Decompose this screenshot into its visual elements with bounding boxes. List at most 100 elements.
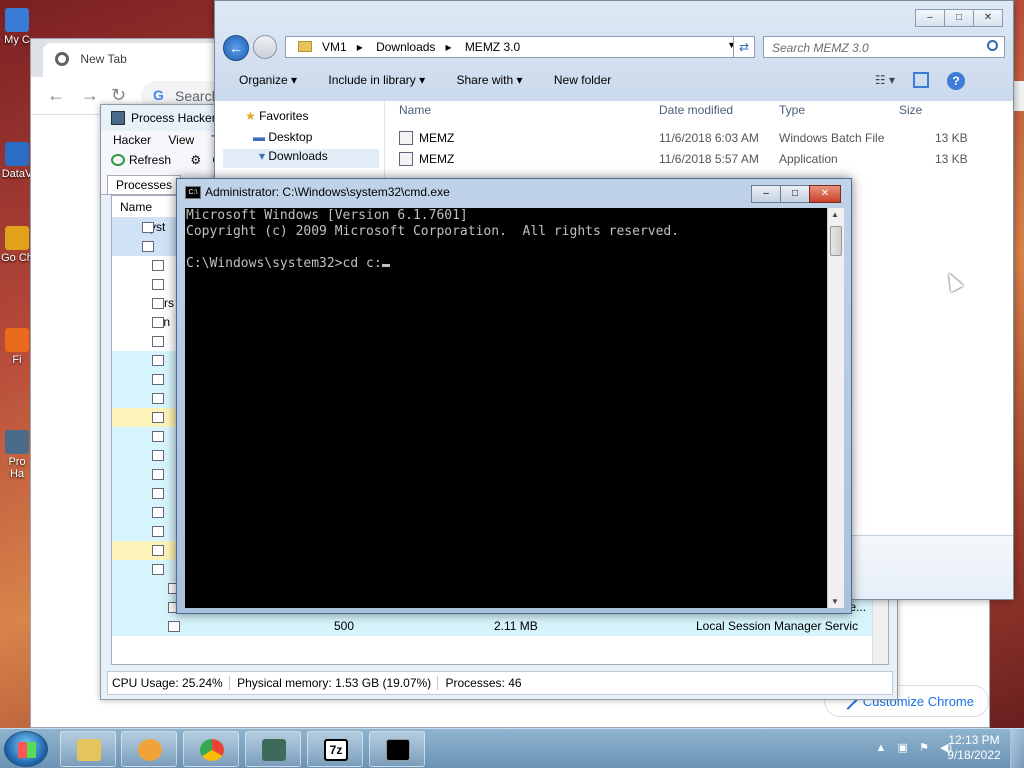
new-folder-button[interactable]: New folder — [554, 73, 611, 87]
desktop-icon-label: My C — [4, 34, 30, 46]
scroll-thumb[interactable] — [830, 226, 842, 256]
desktop-icon[interactable]: My C — [0, 8, 34, 46]
desktop-icon[interactable]: Pro Ha — [0, 430, 34, 480]
share-with-button[interactable]: Share with ▾ — [456, 73, 522, 87]
taskbar-process-hacker[interactable] — [245, 731, 301, 767]
console-line: Copyright (c) 2009 Microsoft Corporation… — [186, 224, 680, 239]
action-center-icon[interactable]: ⚑ — [919, 742, 929, 754]
physical-memory: Physical memory: 1.53 GB (19.07%) — [237, 676, 439, 690]
refresh-button[interactable]: Refresh — [111, 153, 179, 167]
taskbar-cmd[interactable] — [369, 731, 425, 767]
show-desktop-button[interactable] — [1010, 729, 1024, 768]
process-icon — [152, 260, 164, 271]
process-icon — [152, 507, 164, 518]
nav-downloads[interactable]: ▾ Downloads — [223, 149, 379, 168]
column-type[interactable]: Type — [779, 103, 805, 117]
search-input[interactable]: Search MEMZ 3.0 — [763, 36, 1005, 58]
desktop-icon[interactable]: Go Ch — [0, 226, 34, 264]
taskbar-chrome[interactable] — [183, 731, 239, 767]
process-icon — [152, 450, 164, 461]
cmd-scrollbar[interactable]: ▲ ▼ — [827, 208, 844, 608]
preview-pane-icon[interactable] — [913, 72, 929, 88]
taskbar-explorer[interactable] — [60, 731, 116, 767]
desktop-icon[interactable]: Fi — [0, 328, 34, 366]
process-icon — [152, 355, 164, 366]
process-icon — [152, 526, 164, 537]
refresh-label: Refresh — [129, 153, 172, 167]
process-icon — [152, 279, 164, 290]
cmd-minimize-button[interactable]: – — [751, 185, 781, 203]
nav-desktop[interactable]: ▬ Desktop — [253, 130, 312, 144]
system-tray: ▲ ▣ ⚑ ◀) — [868, 741, 952, 754]
windows-logo-icon — [18, 742, 36, 758]
breadcrumb-separator: ▸ — [445, 40, 452, 54]
file-type: Windows Batch File — [779, 131, 885, 145]
tab-processes[interactable]: Processes — [107, 175, 182, 194]
menu-hacker[interactable]: Hacker — [113, 133, 151, 147]
media-player-icon — [138, 739, 162, 761]
nav-favorites[interactable]: ★ Favorites — [245, 109, 308, 123]
search-icon[interactable] — [987, 40, 998, 51]
views-icon[interactable]: ☷ ▾ — [875, 73, 895, 87]
file-row[interactable]: MEMZ 11/6/2018 6:03 AM Windows Batch File 1… — [397, 129, 987, 148]
address-bar[interactable]: VM1 ▸ Downloads ▸ MEMZ 3.0 ▼ — [285, 36, 755, 58]
scroll-up-icon[interactable]: ▲ — [831, 210, 839, 219]
include-in-library-button[interactable]: Include in library ▾ — [328, 73, 425, 87]
cmd-titlebar[interactable]: C:\ Administrator: C:\Windows\system32\c… — [185, 185, 450, 199]
cmd-close-button[interactable]: ✕ — [809, 185, 841, 203]
file-name: MEMZ — [419, 152, 455, 166]
chrome-tab-icon — [55, 52, 69, 66]
breadcrumb-downloads[interactable]: Downloads — [376, 40, 435, 54]
process-icon — [142, 241, 154, 252]
show-hidden-icons-icon[interactable]: ▲ — [876, 742, 887, 754]
column-date-modified[interactable]: Date modified — [659, 103, 733, 117]
desktop-icon[interactable]: DataV — [0, 142, 34, 180]
process-icon — [152, 412, 164, 423]
menu-view[interactable]: View — [168, 133, 194, 147]
clock[interactable]: 12:13 PM 9/18/2022 — [944, 733, 1004, 763]
process-icon — [152, 317, 164, 328]
cmd-console[interactable]: Microsoft Windows [Version 6.1.7601] Copy… — [185, 208, 827, 608]
taskbar-media-player[interactable] — [121, 731, 177, 767]
reload-icon[interactable]: ↻ — [111, 85, 126, 106]
file-size: 13 KB — [935, 152, 968, 166]
process-memory: 2.11 MB — [494, 619, 538, 633]
chrome-tab-new-tab[interactable]: New Tab — [43, 43, 243, 77]
cmd-maximize-button[interactable]: □ — [780, 185, 810, 203]
refresh-button[interactable]: ⇄ — [733, 36, 755, 58]
forward-arrow-icon[interactable]: → — [81, 85, 99, 106]
cmd-window[interactable]: C:\ Administrator: C:\Windows\system32\c… — [176, 178, 852, 614]
process-description: Local Session Manager Servic — [696, 619, 859, 633]
network-icon[interactable]: ▣ — [897, 742, 907, 754]
column-name[interactable]: Name — [399, 103, 431, 117]
process-row[interactable]: l 500 2.11 MB Local Session Manager Servic — [112, 617, 872, 636]
desktop-shortcut-icon — [5, 8, 29, 32]
back-arrow-icon[interactable]: ← — [47, 85, 65, 106]
cmd-icon: C:\ — [185, 186, 201, 199]
organize-button[interactable]: Organize ▾ — [239, 73, 297, 87]
refresh-icon — [111, 154, 125, 166]
file-row[interactable]: MEMZ 11/6/2018 5:57 AM Application 13 KB — [397, 150, 987, 169]
console-line: Microsoft Windows [Version 6.1.7601] — [186, 208, 468, 223]
process-icon — [152, 431, 164, 442]
back-button[interactable]: ← — [223, 35, 249, 61]
maximize-button[interactable]: □ — [944, 9, 974, 27]
clock-time: 12:13 PM — [948, 733, 1000, 747]
scroll-down-icon[interactable]: ▼ — [831, 597, 839, 606]
breadcrumb-vm1[interactable]: VM1 — [322, 40, 347, 54]
process-count: Processes: 46 — [445, 676, 522, 690]
search-placeholder: Search MEMZ 3.0 — [772, 41, 869, 55]
breadcrumb-memz[interactable]: MEMZ 3.0 — [465, 40, 520, 54]
column-size[interactable]: Size — [899, 103, 922, 117]
folder-icon — [298, 41, 312, 52]
process-icon — [152, 488, 164, 499]
forward-button[interactable] — [253, 35, 277, 59]
process-icon — [142, 222, 154, 233]
close-button[interactable]: ✕ — [973, 9, 1003, 27]
help-icon[interactable]: ? — [947, 72, 965, 90]
process-pid: 500 — [334, 619, 355, 633]
start-button[interactable] — [4, 731, 48, 767]
minimize-button[interactable]: – — [915, 9, 945, 27]
taskbar-7zip[interactable]: 7z — [307, 731, 363, 767]
cmd-window-buttons: – □ ✕ — [751, 185, 841, 203]
